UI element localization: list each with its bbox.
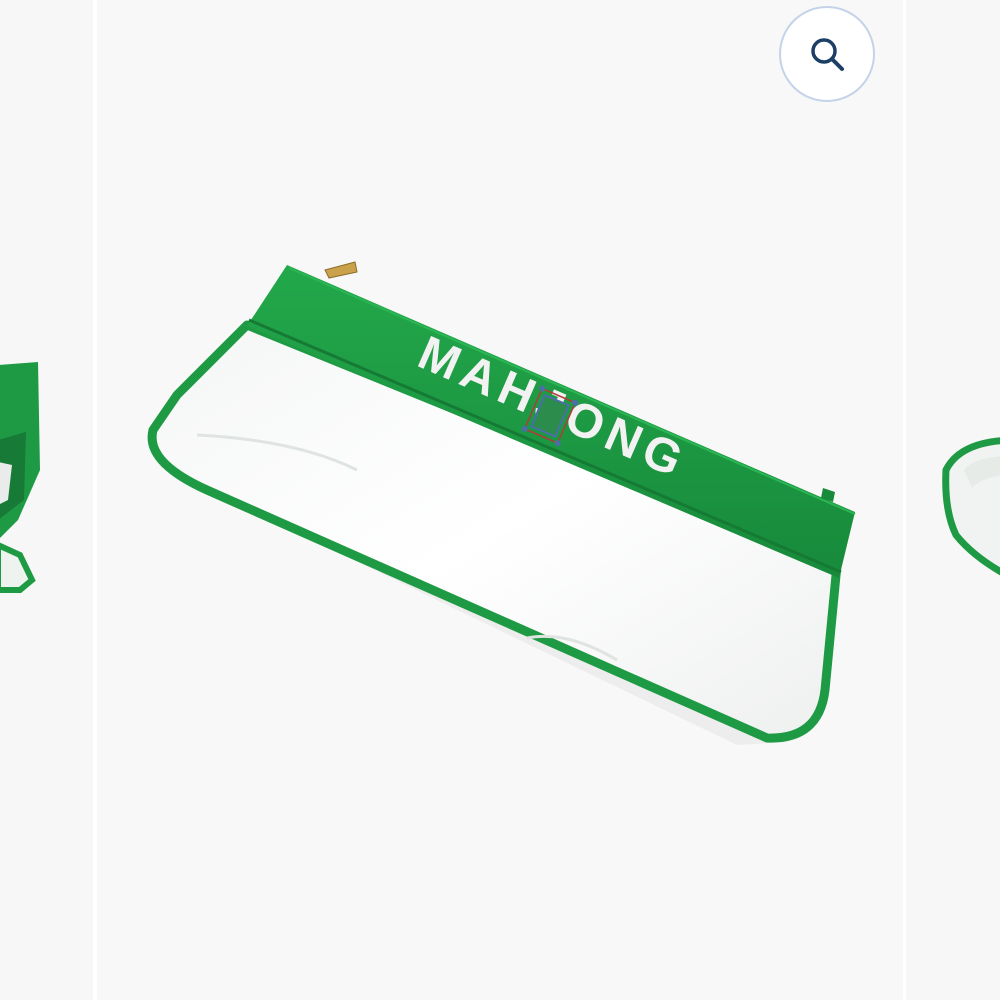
- next-slide-image[interactable]: [906, 0, 1000, 1000]
- product-image-gallery: MAHJONG: [0, 0, 1000, 1000]
- previous-pouch-image: [0, 362, 40, 593]
- zoom-button[interactable]: [779, 6, 875, 102]
- zipper-pull: [324, 261, 358, 279]
- mahjong-pouch-image: MAHJONG: [147, 261, 856, 745]
- previous-slide-image[interactable]: [0, 0, 93, 1000]
- current-slide-image[interactable]: MAHJONG: [97, 0, 903, 1000]
- next-pouch-image: [942, 437, 1000, 576]
- search-icon: [811, 38, 844, 71]
